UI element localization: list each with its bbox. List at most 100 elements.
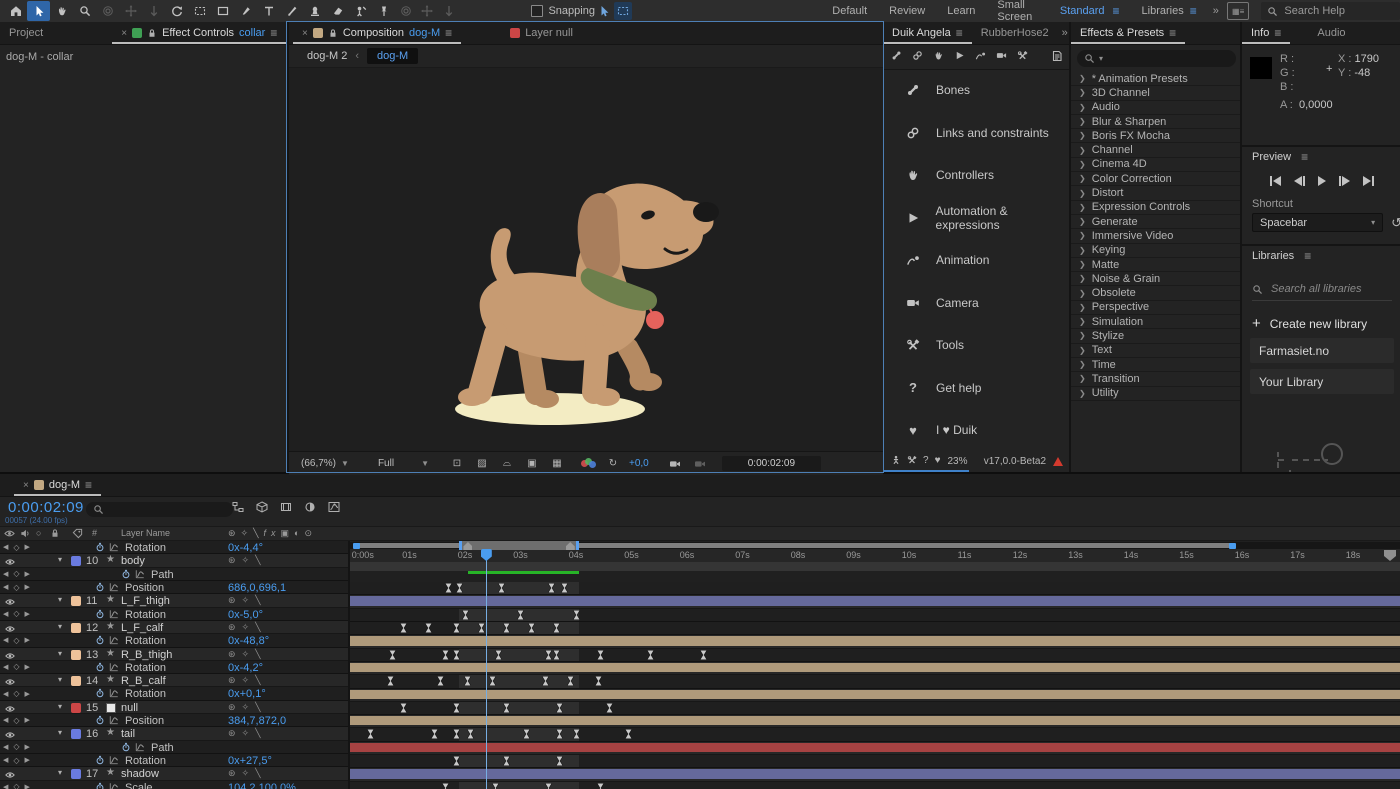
keyframe-row[interactable]	[350, 702, 1400, 715]
graph-icon[interactable]	[109, 755, 119, 768]
timeline-search-input[interactable]	[86, 502, 233, 517]
create-library-button[interactable]: + Create new library	[1252, 315, 1392, 332]
effects-category[interactable]: ❯Simulation	[1071, 315, 1242, 329]
effects-category[interactable]: ❯Text	[1071, 344, 1242, 358]
preview-timecode[interactable]: 0:00:02:09	[722, 456, 821, 471]
close-icon[interactable]: ×	[121, 28, 127, 39]
layer-row-tail[interactable]: ▾16★tail⊛✧╲	[0, 727, 348, 740]
tab-info[interactable]: Info ≡	[1242, 22, 1290, 44]
graph-editor-icon[interactable]	[328, 501, 340, 516]
puppet-pin-tool-icon[interactable]	[372, 1, 395, 21]
keyframe-icon[interactable]	[489, 676, 496, 686]
keyframe-icon[interactable]	[467, 729, 474, 739]
playhead-line[interactable]	[486, 549, 487, 789]
keyframe-navigator[interactable]: ◀◇▶	[3, 687, 39, 699]
keyframe-icon[interactable]	[597, 650, 604, 660]
pen-tool-icon[interactable]	[234, 1, 257, 21]
graph-icon[interactable]	[135, 742, 145, 755]
effects-category[interactable]: ❯Color Correction	[1071, 172, 1242, 186]
effects-category[interactable]: ❯Obsolete	[1071, 286, 1242, 300]
graph-icon[interactable]	[109, 715, 119, 728]
keyframe-icon[interactable]	[367, 729, 374, 739]
work-area-end-handle[interactable]	[576, 541, 579, 550]
graph-icon[interactable]	[109, 609, 119, 622]
stopwatch-icon[interactable]	[95, 688, 105, 701]
marquee-tool-icon[interactable]	[188, 1, 211, 21]
keyframe-navigator[interactable]: ◀◇▶	[3, 541, 39, 553]
keyframe-row[interactable]	[350, 622, 1400, 635]
keyframe-icon[interactable]	[606, 703, 613, 713]
workspace-libraries[interactable]: Libraries	[1142, 5, 1184, 17]
effects-category[interactable]: ❯Expression Controls	[1071, 201, 1242, 215]
layer-duration-bar[interactable]	[350, 769, 1400, 778]
layer-name[interactable]: body	[121, 555, 145, 567]
layer-switches[interactable]: ⊛✧╲	[228, 555, 267, 566]
workspace-learn[interactable]: Learn	[947, 5, 975, 17]
duik-status-question-icon[interactable]: ?	[923, 455, 929, 468]
duik-item-tools[interactable]: Tools	[883, 324, 1071, 367]
stopwatch-icon[interactable]	[121, 742, 131, 755]
tab-rubberhose2[interactable]: RubberHose2	[972, 22, 1058, 44]
effects-category[interactable]: ❯Generate	[1071, 215, 1242, 229]
reset-icon[interactable]: ↺	[1391, 215, 1400, 231]
keyframe-icon[interactable]	[462, 610, 469, 620]
clone-stamp-tool-icon[interactable]	[303, 1, 326, 21]
keyframe-icon[interactable]	[453, 623, 460, 633]
tab-composition[interactable]: × Composition dog-M ≡	[293, 22, 461, 44]
property-row-rotation[interactable]: ◀◇▶Rotation0x-48,8°	[0, 634, 348, 647]
keyframe-icon[interactable]	[453, 703, 460, 713]
dolly-camera-tool-icon[interactable]	[142, 1, 165, 21]
duik-status-heart-icon[interactable]: ♥	[935, 455, 941, 468]
duik-bone-icon[interactable]	[891, 50, 902, 64]
keyframe-icon[interactable]	[495, 650, 502, 660]
layer-label-chip[interactable]	[71, 556, 81, 566]
graph-icon[interactable]	[135, 569, 145, 582]
keyframe-icon[interactable]	[456, 583, 463, 593]
effects-category[interactable]: ❯* Animation Presets	[1071, 72, 1242, 86]
keyframe-navigator[interactable]: ◀◇▶	[3, 634, 39, 646]
time-ruler[interactable]: 0:00s01s02s03s04s05s06s07s08s09s10s11s12…	[350, 549, 1400, 562]
effects-category[interactable]: ❯Cinema 4D	[1071, 158, 1242, 172]
duik-item-controllers[interactable]: Controllers	[883, 154, 1071, 197]
more-workspaces-icon[interactable]: »	[1213, 5, 1217, 17]
keyframe-icon[interactable]	[503, 703, 510, 713]
collapse-caret-icon[interactable]: ▾	[58, 702, 62, 711]
zoom-tool-icon[interactable]	[73, 1, 96, 21]
keyframe-icon[interactable]	[445, 583, 452, 593]
stopwatch-icon[interactable]	[95, 715, 105, 728]
property-name[interactable]: Rotation	[125, 688, 166, 700]
layer-duration-bar[interactable]	[350, 743, 1400, 752]
keyframe-icon[interactable]	[545, 783, 552, 789]
effects-category[interactable]: ❯Keying	[1071, 244, 1242, 258]
keyframe-icon[interactable]	[442, 650, 449, 660]
duik-status-tools-icon[interactable]	[907, 455, 917, 468]
collapse-caret-icon[interactable]: ▾	[58, 768, 62, 777]
collapse-caret-icon[interactable]: ▾	[58, 675, 62, 684]
draft-3d-icon[interactable]	[256, 501, 268, 516]
layer-duration-bar-row[interactable]	[350, 689, 1400, 702]
property-row-position[interactable]: ◀◇▶Position686,0,696,1	[0, 581, 348, 594]
effects-category[interactable]: ❯Transition	[1071, 372, 1242, 386]
tab-effect-controls[interactable]: × Effect Controls collar ≡	[112, 22, 286, 44]
layer-switches[interactable]: ⊛✧╲	[228, 649, 267, 660]
keyframe-navigator[interactable]: ◀◇▶	[3, 741, 39, 753]
layer-name[interactable]: shadow	[121, 768, 159, 780]
property-name[interactable]: Position	[125, 715, 164, 727]
keyframe-icon[interactable]	[528, 623, 535, 633]
keyframe-navigator[interactable]: ◀◇▶	[3, 661, 39, 673]
keyframe-icon[interactable]	[442, 783, 449, 789]
orbit-camera-tool-icon[interactable]	[96, 1, 119, 21]
duik-item-links-and-constraints[interactable]: Links and constraints	[883, 112, 1071, 155]
layer-duration-bar-row[interactable]	[350, 742, 1400, 755]
layer-row-shadow[interactable]: ▾17★shadow⊛✧╲	[0, 767, 348, 780]
tab-duik-angela[interactable]: Duik Angela ≡	[883, 22, 972, 44]
composition-mini-flowchart-icon[interactable]	[232, 501, 244, 516]
keyframe-icon[interactable]	[431, 729, 438, 739]
collapse-caret-icon[interactable]: ▾	[58, 649, 62, 658]
mask-visibility-icon[interactable]: ⌓	[498, 456, 516, 472]
duik-item-get-help[interactable]: ?Get help	[883, 367, 1071, 410]
layer-name[interactable]: tail	[121, 728, 135, 740]
effects-category[interactable]: ❯Stylize	[1071, 329, 1242, 343]
home-tool-icon[interactable]	[4, 1, 27, 21]
tab-audio[interactable]: Audio	[1308, 22, 1354, 44]
